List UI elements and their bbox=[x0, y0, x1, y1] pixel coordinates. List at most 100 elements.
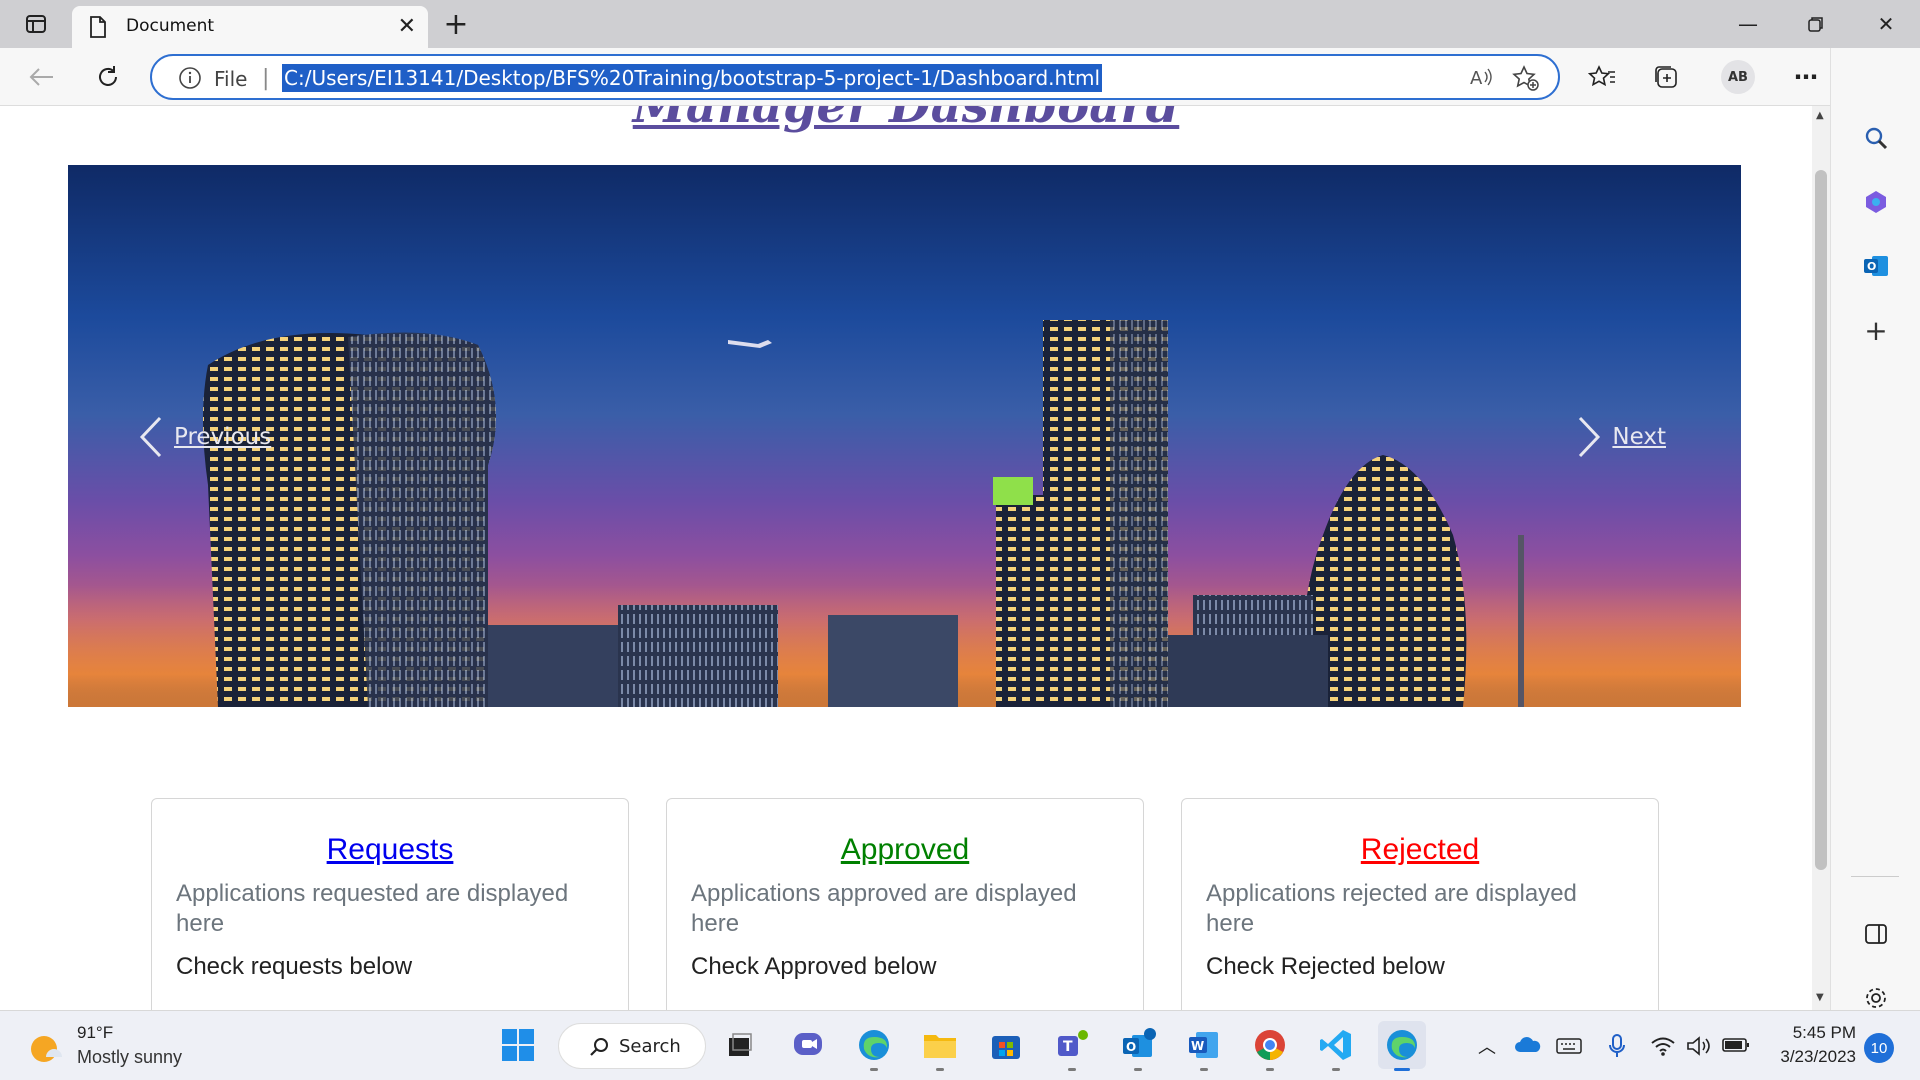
edge-active-button[interactable] bbox=[1378, 1021, 1426, 1071]
restore-icon bbox=[1808, 17, 1823, 32]
running-indicator bbox=[1134, 1068, 1142, 1071]
search-icon bbox=[590, 1038, 608, 1056]
keyboard-icon[interactable] bbox=[1556, 1037, 1582, 1059]
edge-sidebar: O + bbox=[1830, 48, 1920, 1010]
address-separator: | bbox=[262, 66, 270, 91]
carousel-next-label: Next bbox=[1612, 424, 1666, 450]
teams-button[interactable]: T bbox=[1048, 1021, 1096, 1071]
battery-icon[interactable] bbox=[1722, 1037, 1750, 1057]
task-view-button[interactable] bbox=[716, 1021, 764, 1069]
address-bar[interactable]: File | C:/Users/EI13141/Desktop/BFS%20Tr… bbox=[150, 54, 1560, 100]
sidebar-add-button[interactable]: + bbox=[1831, 306, 1920, 354]
tab-document[interactable]: Document ✕ bbox=[72, 6, 428, 48]
restore-button[interactable] bbox=[1794, 0, 1838, 48]
word-button[interactable]: W bbox=[1180, 1021, 1228, 1071]
profile-button[interactable]: AB bbox=[1716, 48, 1760, 106]
address-prefix: File bbox=[214, 67, 248, 91]
city-skyline-image bbox=[68, 320, 1741, 707]
vscode-button[interactable] bbox=[1312, 1021, 1360, 1071]
favorites-button[interactable] bbox=[1580, 48, 1624, 106]
title-bar: Document ✕ + — ✕ bbox=[0, 0, 1920, 48]
sidebar-outlook-button[interactable]: O bbox=[1831, 242, 1920, 290]
scroll-up-icon[interactable]: ▲ bbox=[1816, 110, 1824, 121]
outlook-taskbar-button[interactable]: O bbox=[1114, 1021, 1162, 1071]
weather-sun-icon bbox=[31, 1036, 62, 1062]
outlook-icon: O bbox=[1123, 1028, 1156, 1057]
search-icon bbox=[1865, 127, 1888, 150]
back-button[interactable] bbox=[20, 48, 64, 106]
close-tab-icon[interactable]: ✕ bbox=[398, 14, 416, 39]
task-view-icon bbox=[729, 1033, 752, 1056]
info-icon[interactable] bbox=[178, 66, 202, 90]
read-aloud-icon[interactable]: A bbox=[1468, 64, 1494, 94]
clock-date[interactable]: 3/23/2023 bbox=[1770, 1047, 1856, 1067]
favorites-icon bbox=[1588, 65, 1615, 87]
onedrive-icon[interactable] bbox=[1514, 1035, 1542, 1057]
carousel-previous-button[interactable]: Previous bbox=[138, 415, 271, 459]
scroll-down-icon[interactable]: ▼ bbox=[1816, 992, 1824, 1003]
file-explorer-button[interactable] bbox=[916, 1021, 964, 1071]
edge-taskbar-button[interactable] bbox=[850, 1021, 898, 1071]
scrollbar-thumb[interactable] bbox=[1815, 170, 1827, 870]
close-window-button[interactable]: ✕ bbox=[1862, 0, 1910, 48]
new-tab-button[interactable]: + bbox=[436, 0, 476, 48]
sidebar-search-button[interactable] bbox=[1831, 114, 1920, 162]
add-favorite-icon[interactable] bbox=[1512, 64, 1540, 96]
more-menu-button[interactable]: ⋯ bbox=[1784, 48, 1828, 106]
page-viewport: Manager Dashboard Previous Next Requests… bbox=[0, 106, 1812, 1010]
document-icon bbox=[90, 16, 106, 38]
collections-button[interactable] bbox=[1644, 48, 1688, 106]
running-indicator bbox=[936, 1068, 944, 1071]
chrome-button[interactable] bbox=[1246, 1021, 1294, 1071]
avatar: AB bbox=[1721, 60, 1755, 94]
start-button[interactable] bbox=[494, 1021, 542, 1069]
chevron-right-icon bbox=[1579, 416, 1601, 458]
weather-temp: 91°F bbox=[77, 1023, 114, 1042]
vscode-icon bbox=[1320, 1030, 1351, 1060]
microphone-icon[interactable] bbox=[1608, 1033, 1626, 1063]
gear-icon bbox=[1866, 988, 1886, 1008]
notification-badge[interactable]: 10 bbox=[1864, 1033, 1894, 1063]
edge-icon bbox=[859, 1030, 889, 1060]
taskbar-search[interactable]: Search bbox=[558, 1023, 706, 1069]
url-text[interactable]: C:/Users/EI13141/Desktop/BFS%20Training/… bbox=[282, 64, 1103, 92]
tab-actions-button[interactable] bbox=[14, 0, 58, 48]
approved-card-title[interactable]: Approved bbox=[667, 833, 1143, 867]
carousel-next-button[interactable]: Next bbox=[1576, 415, 1666, 459]
page-scrollbar[interactable]: ▲ ▼ bbox=[1812, 106, 1830, 1010]
store-button[interactable] bbox=[982, 1021, 1030, 1069]
clock-time[interactable]: 5:45 PM bbox=[1770, 1023, 1856, 1043]
sidebar-copilot-button[interactable] bbox=[1831, 178, 1920, 226]
refresh-icon bbox=[99, 66, 117, 86]
edge-icon bbox=[1387, 1030, 1417, 1060]
requests-card-check: Check requests below bbox=[176, 953, 413, 980]
sidebar-divider bbox=[1851, 876, 1899, 877]
tab-actions-icon bbox=[26, 15, 46, 33]
windows-logo-icon bbox=[502, 1029, 534, 1061]
rejected-card-text: Applications rejected are displayed here bbox=[1206, 880, 1577, 937]
sidebar-hide-button[interactable] bbox=[1831, 910, 1920, 958]
wifi-icon[interactable] bbox=[1650, 1035, 1676, 1061]
running-indicator bbox=[1200, 1068, 1208, 1071]
minimize-button[interactable]: — bbox=[1726, 0, 1770, 48]
chevron-left-icon bbox=[139, 416, 162, 458]
weather-widget[interactable] bbox=[26, 1027, 66, 1071]
requests-card-title[interactable]: Requests bbox=[152, 833, 628, 867]
rejected-card-title[interactable]: Rejected bbox=[1182, 833, 1658, 867]
outlook-icon: O bbox=[1864, 256, 1888, 276]
word-icon: W bbox=[1189, 1032, 1218, 1058]
carousel-previous-label: Previous bbox=[174, 424, 272, 450]
taskbar-search-label: Search bbox=[619, 1036, 681, 1057]
svg-text:O: O bbox=[1126, 1040, 1136, 1054]
svg-text:T: T bbox=[1063, 1039, 1073, 1055]
svg-text:O: O bbox=[1867, 260, 1876, 273]
requests-card-text: Applications requested are displayed her… bbox=[176, 880, 569, 937]
weather-desc: Mostly sunny bbox=[77, 1047, 183, 1067]
chat-app-button[interactable] bbox=[784, 1021, 832, 1069]
running-indicator bbox=[870, 1068, 878, 1071]
show-hidden-icons-button[interactable]: ︿ bbox=[1478, 1033, 1496, 1059]
volume-icon[interactable] bbox=[1686, 1035, 1712, 1061]
tab-title: Document bbox=[126, 16, 215, 36]
refresh-button[interactable] bbox=[86, 48, 130, 106]
rejected-card-check: Check Rejected below bbox=[1206, 953, 1445, 980]
